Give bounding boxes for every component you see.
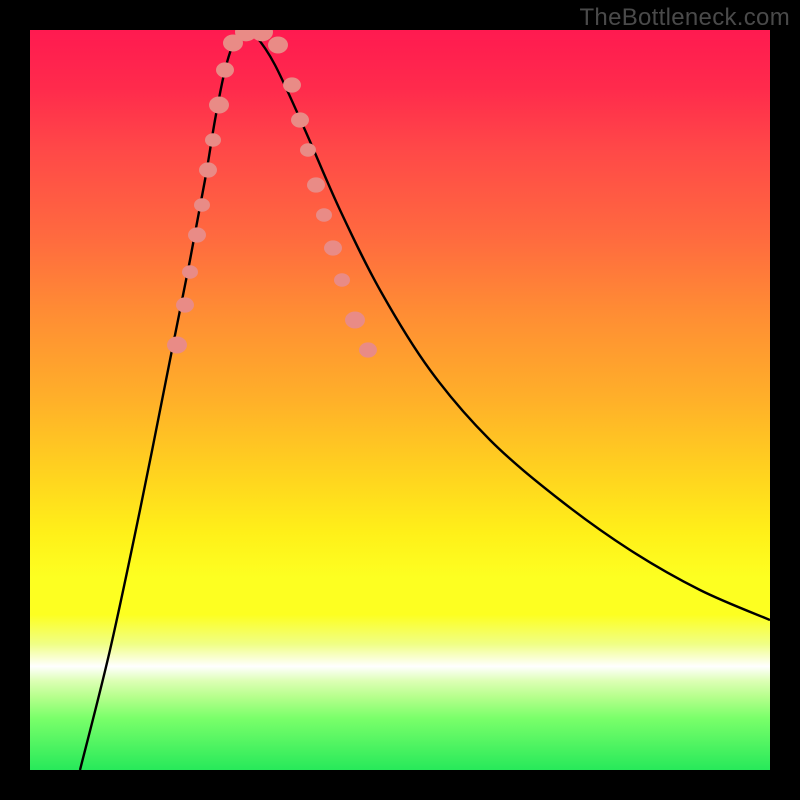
data-marker [316,208,332,222]
data-marker [345,312,365,329]
data-marker [188,227,206,242]
data-marker [209,97,229,114]
data-marker [359,342,377,357]
data-marker [251,30,273,41]
marker-layer [167,30,377,358]
watermark-text: TheBottleneck.com [579,4,790,32]
bottleneck-curve [80,30,770,770]
chart-plot-area [30,30,770,770]
data-marker [307,177,325,192]
data-marker [268,37,288,54]
data-marker [300,143,316,157]
chart-frame: TheBottleneck.com [0,0,800,800]
data-marker [216,62,234,77]
data-marker [176,297,194,312]
data-marker [283,77,301,92]
data-marker [194,198,210,212]
data-marker [324,240,342,255]
chart-svg [30,30,770,770]
data-marker [199,162,217,177]
data-marker [205,133,221,147]
data-marker [334,273,350,287]
data-marker [182,265,198,279]
data-marker [167,337,187,354]
data-marker [291,112,309,127]
